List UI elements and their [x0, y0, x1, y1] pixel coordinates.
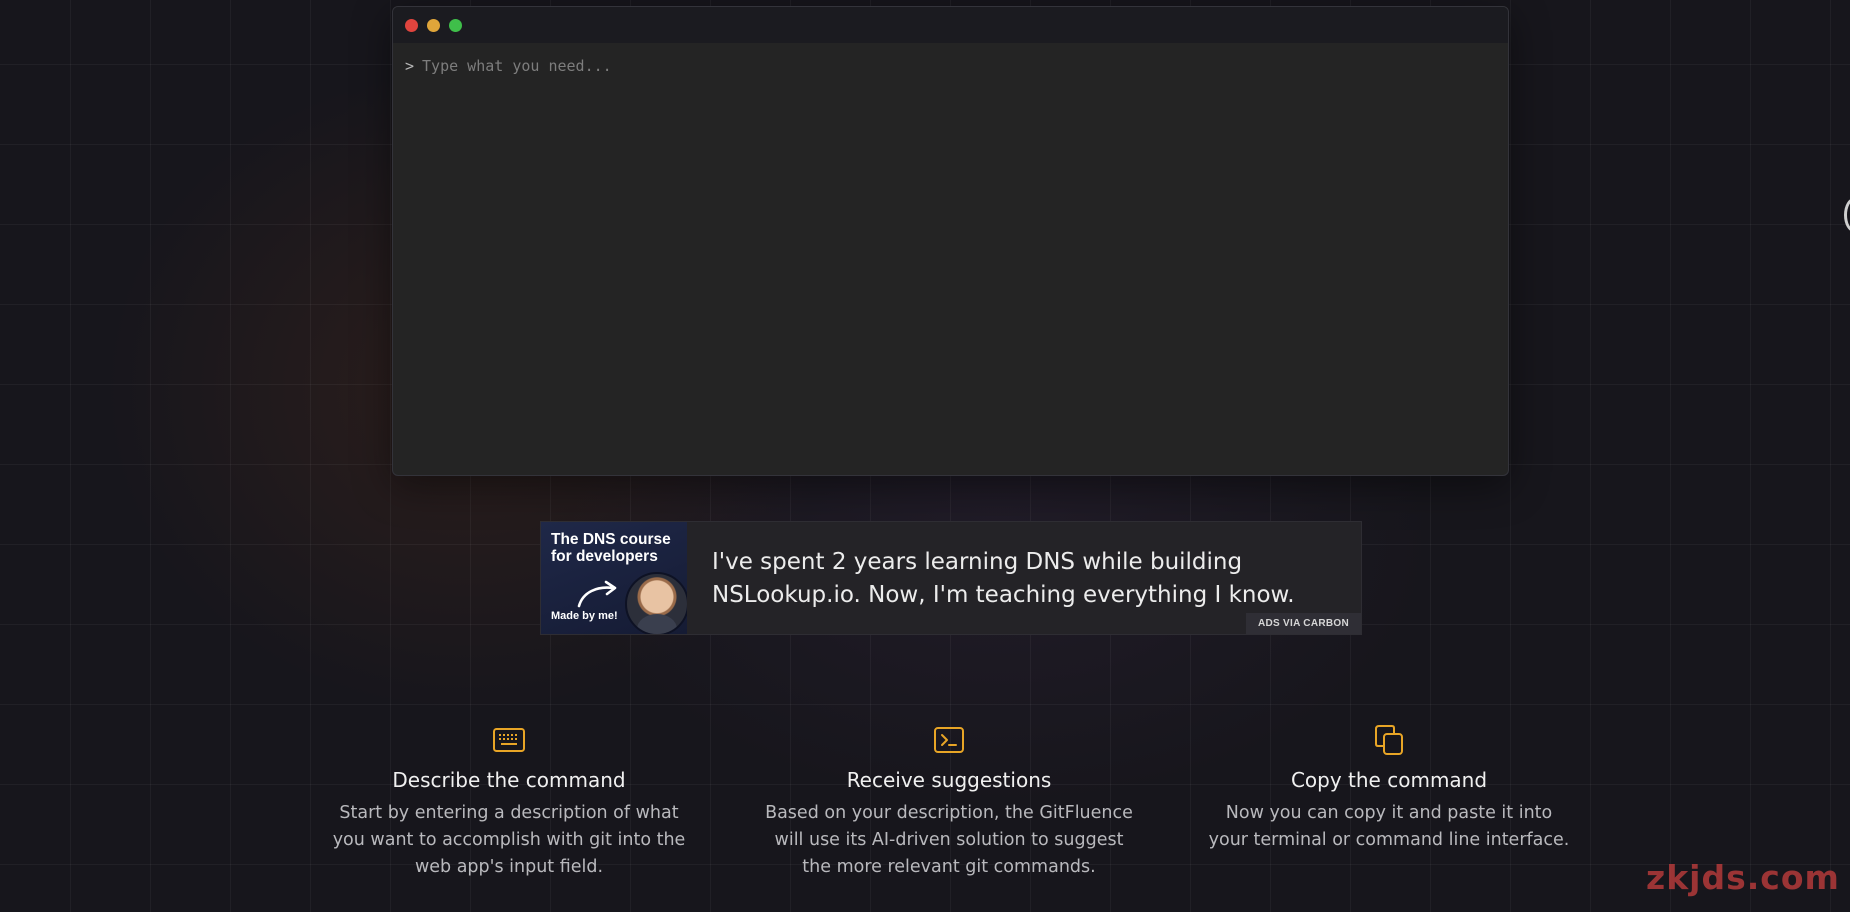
maximize-window-button[interactable] [449, 18, 462, 32]
feature-suggestions: Receive suggestions Based on your descri… [749, 722, 1149, 881]
terminal-titlebar [393, 7, 1508, 43]
feature-title: Copy the command [1290, 768, 1488, 792]
ad-author-avatar [625, 572, 687, 634]
ads-via-carbon-link[interactable]: ADS VIA CARBON [1245, 613, 1361, 634]
page: > The DNS course for developers Made by … [0, 0, 1850, 912]
carbon-ad[interactable]: The DNS course for developers Made by me… [540, 521, 1362, 635]
ad-image[interactable]: The DNS course for developers Made by me… [541, 522, 687, 634]
copy-icon [1375, 725, 1403, 755]
feature-description: Start by entering a description of what … [332, 803, 686, 877]
minimize-window-button[interactable] [427, 18, 440, 32]
ad-image-title: The DNS course for developers [551, 531, 671, 565]
terminal-window: > [392, 6, 1509, 476]
ad-image-caption: Made by me! [551, 610, 618, 622]
curved-arrow-icon [577, 580, 617, 608]
scroll-indicator-icon [1844, 198, 1850, 232]
feature-title: Describe the command [392, 768, 626, 792]
close-window-button[interactable] [405, 18, 418, 32]
feature-description: Now you can copy it and paste it into yo… [1208, 803, 1570, 850]
command-description-input[interactable] [422, 57, 1496, 75]
features-section: Describe the command Start by entering a… [290, 722, 1569, 912]
keyboard-icon [493, 728, 525, 752]
feature-description: Based on your description, the GitFluenc… [765, 803, 1133, 877]
feature-describe: Describe the command Start by entering a… [309, 722, 709, 881]
feature-title: Receive suggestions [846, 768, 1052, 792]
feature-copy: Copy the command Now you can copy it and… [1189, 722, 1589, 854]
prompt-chevron-icon: > [405, 57, 415, 75]
ad-avatar-body [637, 614, 677, 634]
watermark: zkjds.com [1646, 858, 1840, 897]
prompt-row: > [393, 43, 1508, 75]
terminal-icon [934, 727, 964, 753]
